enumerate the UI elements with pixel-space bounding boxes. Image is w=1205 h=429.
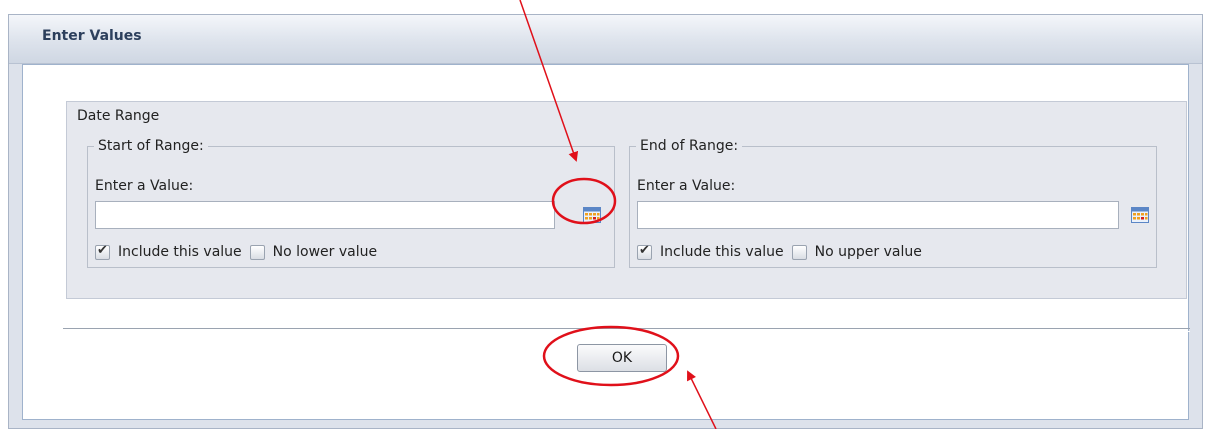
divider: [63, 328, 1190, 332]
start-value-input[interactable]: [95, 201, 555, 229]
include-start-checkbox[interactable]: [95, 243, 110, 260]
start-options: Include this value No lower value: [95, 243, 378, 260]
enter-values-dialog: Enter Values Date Range Start of Range: …: [8, 14, 1203, 429]
dialog-titlebar: Enter Values: [9, 15, 1202, 64]
no-upper-value-label: No upper value: [814, 244, 922, 260]
dialog-body: Date Range Start of Range: Enter a Value…: [22, 64, 1190, 420]
end-value-input[interactable]: [637, 201, 1119, 229]
include-end-label: Include this value: [660, 244, 784, 260]
end-of-range-group: End of Range: Enter a Value: Include thi…: [629, 138, 1157, 268]
no-upper-value-checkbox[interactable]: [791, 244, 807, 260]
no-lower-value-label: No lower value: [272, 244, 378, 260]
dialog-title: Enter Values: [42, 28, 142, 44]
no-lower-value-checkbox[interactable]: [249, 244, 265, 260]
date-range-group: Date Range Start of Range: Enter a Value…: [66, 101, 1187, 299]
include-end-checkbox[interactable]: [637, 243, 652, 260]
start-of-range-legend: Start of Range:: [98, 138, 204, 154]
date-range-legend: Date Range: [77, 108, 160, 124]
start-of-range-group: Start of Range: Enter a Value: Include t…: [87, 138, 615, 268]
calendar-icon[interactable]: [1131, 207, 1149, 223]
include-start-label: Include this value: [118, 244, 242, 260]
end-options: Include this value No upper value: [637, 243, 922, 260]
calendar-icon[interactable]: [583, 207, 601, 223]
ok-button[interactable]: OK: [577, 344, 667, 372]
end-of-range-legend: End of Range:: [640, 138, 739, 154]
start-value-label: Enter a Value:: [95, 178, 194, 194]
end-value-label: Enter a Value:: [637, 178, 736, 194]
